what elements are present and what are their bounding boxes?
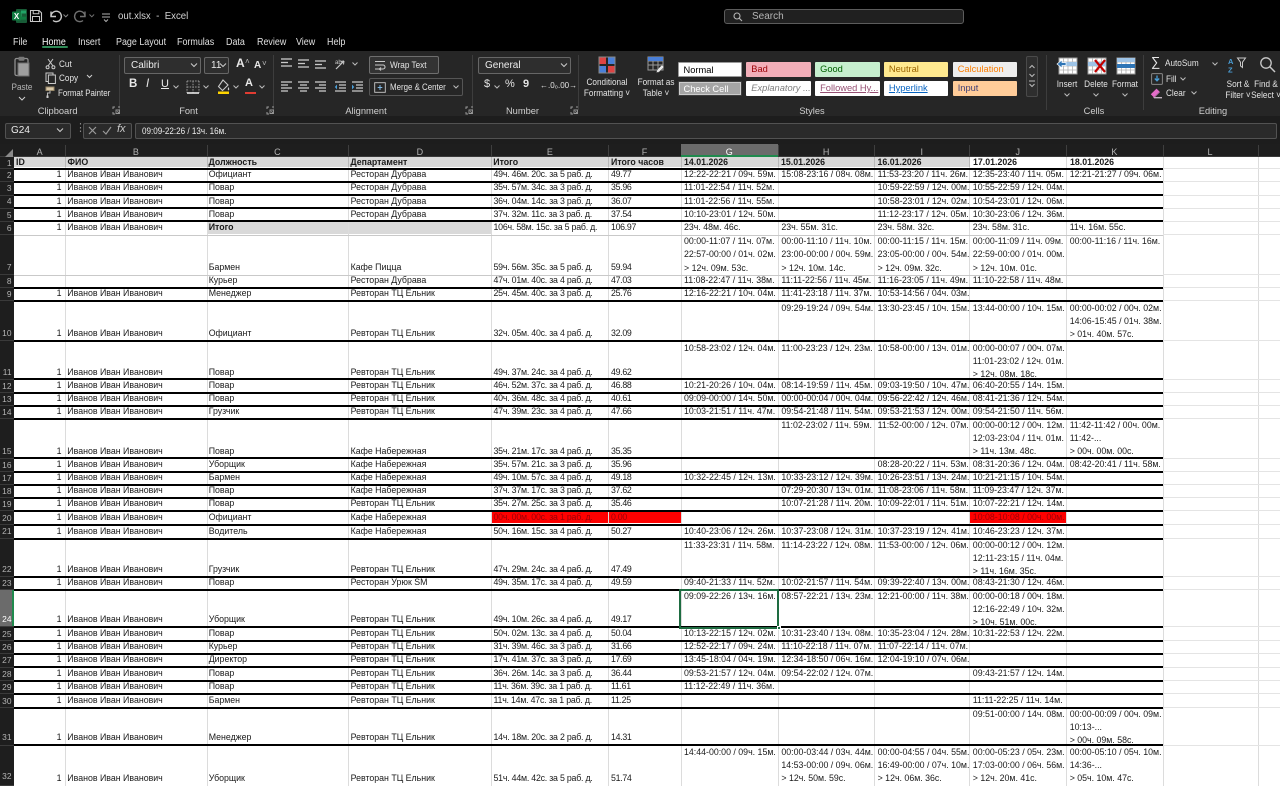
svg-text:Z: Z [1228,66,1233,75]
svg-text:ab: ab [335,60,342,66]
svg-text:X: X [14,12,20,21]
